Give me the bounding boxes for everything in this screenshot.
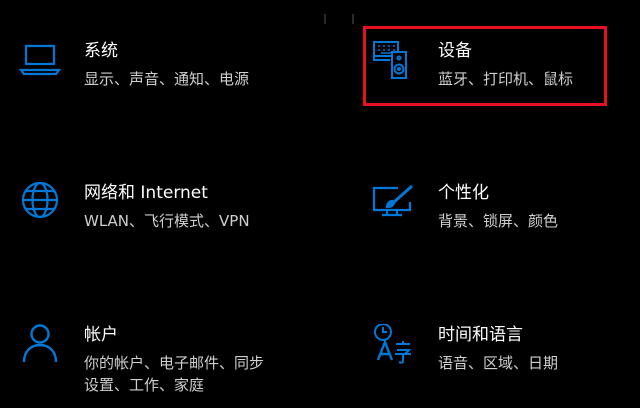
settings-tile-devices[interactable]: 设备 蓝牙、打印机、鼠标 <box>372 40 612 100</box>
settings-tile-accounts[interactable]: 帐户 你的帐户、电子邮件、同步 设置、工作、家庭 <box>18 324 318 404</box>
tile-title: 个性化 <box>438 183 489 203</box>
separator-mark <box>352 14 354 24</box>
laptop-icon <box>18 40 62 84</box>
globe-icon <box>18 182 62 226</box>
settings-tile-system[interactable]: 系统 显示、声音、通知、电源 <box>18 40 318 100</box>
settings-tile-personalization[interactable]: 个性化 背景、锁屏、颜色 <box>372 182 612 242</box>
tile-title: 系统 <box>84 41 118 61</box>
tile-description: 蓝牙、打印机、鼠标 <box>438 70 574 88</box>
tile-title: 网络和 Internet <box>84 183 208 203</box>
devices-keyboard-speaker-icon <box>372 40 416 84</box>
separator-mark <box>324 14 326 24</box>
time-language-icon <box>372 324 416 368</box>
person-icon <box>18 324 62 368</box>
tile-description: 显示、声音、通知、电源 <box>84 70 250 88</box>
tile-title: 设备 <box>438 41 472 61</box>
paint-monitor-icon <box>372 182 416 226</box>
tile-title: 帐户 <box>84 325 118 345</box>
tile-description: 你的帐户、电子邮件、同步 设置、工作、家庭 <box>84 354 265 394</box>
settings-tile-time-language[interactable]: 时间和语言 语音、区域、日期 <box>372 324 612 384</box>
tile-description: WLAN、飞行模式、VPN <box>84 212 250 230</box>
settings-tile-network[interactable]: 网络和 Internet WLAN、飞行模式、VPN <box>18 182 318 242</box>
tile-description: 语音、区域、日期 <box>438 354 559 372</box>
tile-title: 时间和语言 <box>438 325 523 345</box>
tile-description: 背景、锁屏、颜色 <box>438 212 559 230</box>
